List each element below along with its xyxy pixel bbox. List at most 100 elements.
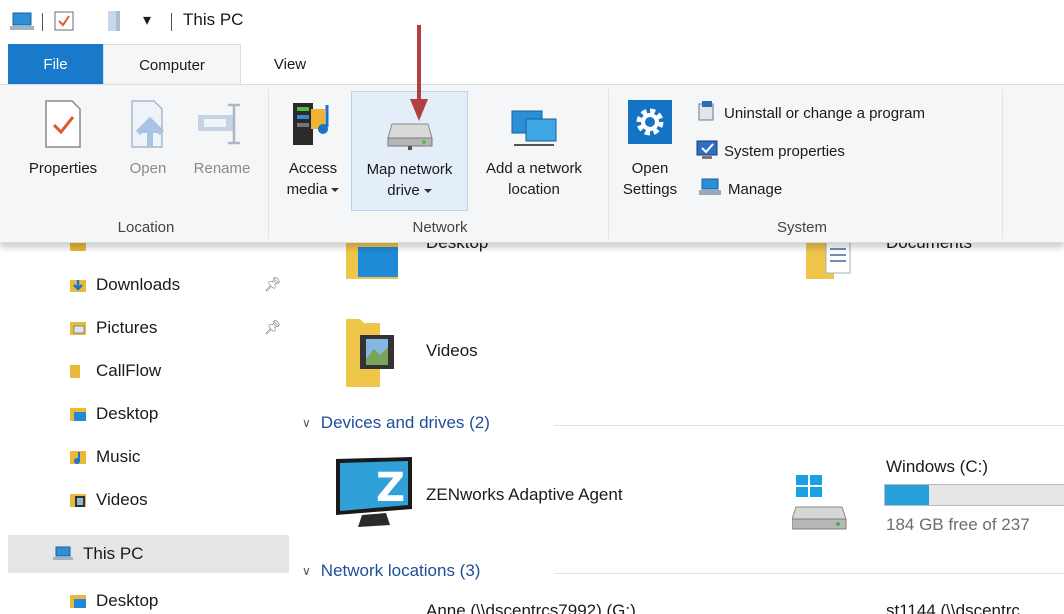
uninstall-program-icon: [696, 100, 718, 126]
tab-view[interactable]: View: [255, 44, 325, 84]
location-group-label: Location: [117, 219, 175, 236]
access-media-label-line1: Access: [288, 160, 338, 177]
uninstall-program-button[interactable]: Uninstall or change a program: [696, 101, 925, 125]
annotation-arrow: [408, 25, 430, 129]
manage-button[interactable]: Manage: [698, 177, 782, 201]
nav-item-label: Videos: [96, 490, 148, 509]
this-pc-icon: [10, 11, 34, 37]
access-media-button[interactable]: Access media: [278, 91, 348, 211]
tab-file[interactable]: File: [8, 44, 103, 84]
nav-item-this-pc[interactable]: This PC: [8, 535, 289, 573]
nav-item-pictures[interactable]: Pictures: [70, 310, 157, 346]
chevron-down-icon: ∨: [302, 416, 311, 430]
videos-folder-icon: [70, 492, 86, 508]
zenworks-monitor-icon: Z: [332, 455, 418, 535]
rename-label: Rename: [193, 160, 251, 177]
desktop-folder-icon: [70, 593, 86, 609]
windows-drive-icon: [791, 473, 852, 537]
rename-icon: [194, 99, 250, 155]
system-properties-label: System properties: [724, 142, 845, 160]
drive-usage-fill: [885, 485, 929, 505]
group-divider: [608, 89, 609, 239]
downloads-folder-icon: [70, 277, 86, 293]
properties-checkbox-icon[interactable]: [54, 11, 74, 35]
system-group-label: System: [776, 219, 827, 236]
nav-item-videos[interactable]: Videos: [70, 482, 148, 518]
nav-item-label: CallFlow: [96, 361, 162, 380]
group-divider-line: [554, 425, 1064, 426]
nav-item-label: Desktop: [96, 404, 159, 423]
group-divider: [1002, 89, 1003, 239]
network-group-label: Network: [412, 219, 468, 236]
folder-tile-videos[interactable]: Videos: [344, 317, 594, 387]
open-settings-button[interactable]: Open Settings: [614, 91, 686, 211]
this-pc-icon: [53, 546, 73, 562]
title-bar: ▾ This PC: [0, 0, 1064, 44]
chevron-down-icon: ∨: [302, 564, 311, 578]
properties-checklist-icon: [42, 99, 84, 155]
ribbon: Properties Open Rename Location Access m…: [0, 84, 1064, 243]
settings-gear-icon: [627, 99, 673, 151]
network-location-label: st1144 (\\dscentrc: [886, 603, 1020, 614]
nav-item-music[interactable]: Music: [70, 439, 140, 475]
device-label: ZENworks Adaptive Agent: [426, 485, 623, 504]
device-tile-zenworks[interactable]: Z ZENworks Adaptive Agent: [332, 455, 752, 535]
tab-computer[interactable]: Computer: [103, 44, 241, 85]
nav-item-desktop[interactable]: Desktop: [70, 396, 158, 432]
drive-label: Windows (C:): [886, 457, 989, 476]
music-folder-icon: [70, 449, 86, 465]
properties-button[interactable]: Properties: [14, 91, 112, 211]
nav-item-this-pc-desktop[interactable]: Desktop: [70, 583, 158, 614]
nav-item-label: Desktop: [96, 591, 159, 610]
folder-label: Videos: [426, 341, 478, 360]
group-divider-line: [554, 573, 1064, 574]
qat-customize-dropdown[interactable]: ▾: [143, 10, 151, 30]
properties-label: Properties: [28, 160, 98, 177]
uninstall-program-label: Uninstall or change a program: [724, 104, 925, 122]
add-network-location-button[interactable]: Add a network location: [470, 91, 598, 211]
network-location-anne[interactable]: Anne (\\dscentrcs7992) (G:): [426, 603, 766, 614]
system-properties-icon: [696, 138, 718, 164]
devices-group-header[interactable]: ∨ Devices and drives (2): [302, 413, 490, 433]
desktop-folder-icon: [70, 406, 86, 422]
nav-item-downloads[interactable]: Downloads: [70, 267, 180, 303]
pictures-folder-icon: [70, 320, 86, 336]
manage-label: Manage: [728, 180, 783, 198]
videos-folder-icon: [344, 317, 400, 393]
content-pane[interactable]: Desktop Documents Videos ∨ Devices and d…: [292, 233, 1064, 614]
ribbon-tabs: File Computer View: [0, 44, 1064, 85]
access-media-label-line2: media: [286, 181, 328, 198]
open-settings-label-line1: Open: [631, 160, 669, 177]
nav-item-callflow[interactable]: CallFlow: [70, 353, 161, 389]
drive-usage-bar: [884, 484, 1064, 506]
network-location-label: Anne (\\dscentrcs7992) (G:): [426, 603, 636, 614]
new-folder-icon[interactable]: [106, 11, 124, 35]
title-separator: [171, 13, 172, 31]
network-location-st1144[interactable]: st1144 (\\dscentrc: [886, 603, 1064, 614]
folder-icon: [70, 363, 86, 379]
network-locations-header-label: Network locations (3): [320, 561, 481, 580]
window-title: This PC: [183, 10, 244, 29]
add-network-location-label-line2: location: [508, 181, 560, 198]
qat-separator: [42, 13, 43, 31]
open-settings-label-line2: Settings: [622, 181, 678, 198]
navigation-pane[interactable]: Documents Downloads 📌︎ Pictures 📌︎ CallF…: [0, 235, 292, 614]
open-button[interactable]: Open: [118, 91, 178, 211]
pin-icon[interactable]: 📌︎: [264, 319, 282, 336]
nav-item-label: Pictures: [96, 318, 158, 337]
network-locations-group-header[interactable]: ∨ Network locations (3): [302, 561, 480, 581]
rename-button[interactable]: Rename: [183, 91, 261, 211]
access-media-icon: [289, 99, 337, 155]
pin-icon[interactable]: 📌︎: [264, 276, 282, 293]
dropdown-caret-icon: [423, 189, 432, 194]
svg-text:Z: Z: [376, 465, 405, 511]
nav-item-label: Downloads: [96, 275, 181, 294]
open-label: Open: [129, 160, 167, 177]
system-properties-button[interactable]: System properties: [696, 139, 845, 163]
nav-item-label: This PC: [83, 544, 144, 563]
open-file-icon: [126, 99, 170, 155]
devices-header-label: Devices and drives (2): [320, 413, 490, 432]
network-location-icon: [506, 99, 562, 155]
group-divider: [268, 89, 269, 239]
map-network-drive-label-line2: drive: [387, 182, 420, 199]
